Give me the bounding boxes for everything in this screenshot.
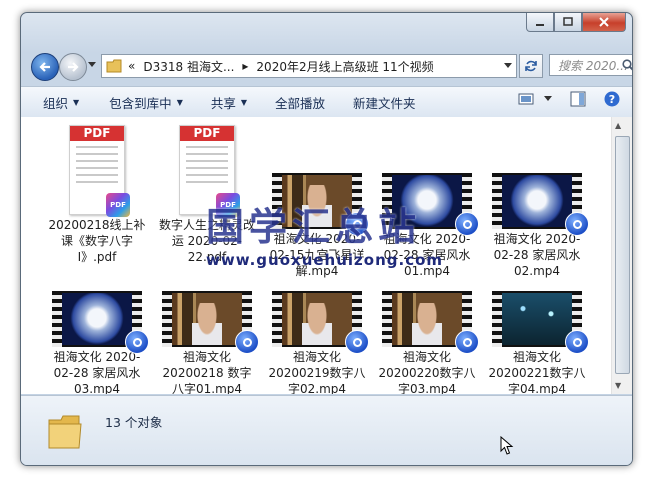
folder-icon xyxy=(106,59,122,73)
refresh-button[interactable] xyxy=(519,54,543,78)
media-player-icon xyxy=(455,330,479,354)
video-thumbnail xyxy=(272,173,369,236)
share-label: 共享 xyxy=(210,95,236,111)
media-player-icon xyxy=(125,330,149,354)
media-player-icon xyxy=(565,212,589,236)
file-item[interactable]: PDF PDF 20200218线上补课《数字八字I》.pdf xyxy=(47,125,147,265)
arrow-left-icon xyxy=(39,62,50,72)
close-button[interactable] xyxy=(582,13,626,32)
refresh-icon xyxy=(525,60,537,72)
play-all-button[interactable]: 全部播放 xyxy=(275,93,325,112)
address-chevron[interactable]: « xyxy=(128,59,135,73)
address-bar[interactable]: « D3318 祖海文... ▸ 2020年2月线上高级班 11个视频 xyxy=(101,54,517,78)
play-all-label: 全部播放 xyxy=(275,95,326,111)
minimize-icon xyxy=(536,24,544,26)
mouse-cursor-icon xyxy=(500,436,514,455)
folder-icon xyxy=(48,415,82,449)
back-button[interactable] xyxy=(31,53,59,81)
pdf-file-icon: PDF PDF xyxy=(69,125,130,217)
media-player-icon xyxy=(345,212,369,236)
video-thumbnail xyxy=(492,173,589,236)
recent-pages-dropdown[interactable] xyxy=(88,62,96,68)
media-player-icon xyxy=(565,330,589,354)
window-controls xyxy=(526,13,626,32)
file-name: 数字人生之精灵改运 2020-02-22.pdf xyxy=(158,218,255,264)
video-thumbnail xyxy=(382,291,479,354)
vertical-scrollbar[interactable]: ▲ ▼ xyxy=(611,117,632,394)
svg-text:?: ? xyxy=(609,93,615,106)
chevron-down-icon xyxy=(504,63,512,68)
help-icon[interactable]: ? xyxy=(604,91,620,107)
preview-pane-icon[interactable] xyxy=(570,91,586,107)
command-toolbar: 组织 ▼ 包含到库中 ▼ 共享 ▼ 全部播放 新建文件夹 ? xyxy=(21,86,632,118)
minimize-button[interactable] xyxy=(526,13,554,32)
address-segment-current[interactable]: 2020年2月线上高级班 11个视频 xyxy=(256,58,433,75)
file-name: 祖海文化 2020-02-15九宫飞星详解.mp4 xyxy=(269,232,365,278)
video-thumbnail xyxy=(52,291,149,354)
pdf-app-badge-icon: PDF xyxy=(106,193,130,217)
toolbar-right: ? xyxy=(518,91,620,107)
object-count: 13 个对象 xyxy=(105,415,163,430)
view-dropdown-icon[interactable] xyxy=(544,96,552,102)
scrollbar-thumb[interactable] xyxy=(615,136,630,374)
file-name: 祖海文化 2020-02-28 家居风水01.mp4 xyxy=(383,232,471,278)
video-thumbnail xyxy=(492,291,589,354)
file-item[interactable]: 祖海文化 2020-02-28 家居风水01.mp4 xyxy=(377,173,479,279)
share-menu[interactable]: 共享 ▼ xyxy=(211,93,247,112)
file-item[interactable]: 祖海文化 20200221数字八字04.mp4 xyxy=(487,291,589,394)
forward-button[interactable] xyxy=(59,53,87,81)
video-thumbnail xyxy=(162,291,259,354)
address-segment-parent[interactable]: D3318 祖海文... xyxy=(143,58,234,75)
file-item[interactable]: 祖海文化 20200220数字八字03.mp4 xyxy=(377,291,479,394)
breadcrumb-separator-icon[interactable]: ▸ xyxy=(242,59,248,73)
file-name: 祖海文化 2020-02-28 家居风水03.mp4 xyxy=(53,350,141,394)
organize-menu[interactable]: 组织 ▼ xyxy=(43,93,79,112)
navigation-bar: « D3318 祖海文... ▸ 2020年2月线上高级班 11个视频 搜索 2… xyxy=(29,52,632,82)
file-item[interactable]: 祖海文化 20200219数字八字02.mp4 xyxy=(267,291,369,394)
file-item[interactable]: 祖海文化 2020-02-15九宫飞星详解.mp4 xyxy=(267,173,369,279)
pdf-label: PDF xyxy=(70,126,124,141)
search-input[interactable]: 搜索 2020... xyxy=(549,54,632,76)
maximize-button[interactable] xyxy=(554,13,582,32)
file-item[interactable]: 祖海文化 2020-02-28 家居风水02.mp4 xyxy=(487,173,589,279)
file-item[interactable]: 祖海文化 20200218 数字八字01.mp4 xyxy=(157,291,259,394)
new-folder-label: 新建文件夹 xyxy=(353,95,416,111)
file-name: 祖海文化 20200220数字八字03.mp4 xyxy=(378,350,476,394)
organize-label: 组织 xyxy=(43,95,69,111)
search-placeholder: 搜索 2020... xyxy=(558,58,628,73)
arrow-right-icon xyxy=(68,62,79,72)
chevron-down-icon: ▼ xyxy=(176,97,183,107)
file-list[interactable]: PDF PDF 20200218线上补课《数字八字I》.pdf PDF PDF … xyxy=(21,117,612,394)
scroll-down-icon[interactable]: ▼ xyxy=(615,381,621,390)
media-player-icon xyxy=(345,330,369,354)
new-folder-button[interactable]: 新建文件夹 xyxy=(353,93,416,112)
file-item[interactable]: PDF PDF 数字人生之精灵改运 2020-02-22.pdf xyxy=(157,125,257,265)
file-name: 20200218线上补课《数字八字I》.pdf xyxy=(48,218,146,264)
file-name: 祖海文化 20200219数字八字02.mp4 xyxy=(268,350,366,394)
file-name: 祖海文化 20200218 数字八字01.mp4 xyxy=(162,350,252,394)
include-in-library-label: 包含到库中 xyxy=(109,95,172,111)
media-player-icon xyxy=(235,330,259,354)
scroll-up-icon[interactable]: ▲ xyxy=(615,121,621,130)
include-in-library-menu[interactable]: 包含到库中 ▼ xyxy=(109,93,183,112)
pdf-app-badge-icon: PDF xyxy=(216,193,240,217)
chevron-down-icon: ▼ xyxy=(240,97,248,107)
pdf-label: PDF xyxy=(180,126,234,141)
file-name: 祖海文化 2020-02-28 家居风水02.mp4 xyxy=(493,232,581,278)
details-pane: 13 个对象 xyxy=(21,395,632,465)
maximize-icon xyxy=(563,17,573,26)
file-name: 祖海文化 20200221数字八字04.mp4 xyxy=(488,350,586,394)
address-dropdown-button[interactable] xyxy=(500,55,516,77)
search-icon xyxy=(622,59,632,71)
video-thumbnail xyxy=(382,173,479,236)
chevron-down-icon: ▼ xyxy=(73,97,80,107)
file-item[interactable]: 祖海文化 2020-02-28 家居风水03.mp4 xyxy=(47,291,149,394)
view-options-icon[interactable] xyxy=(518,92,534,106)
close-icon xyxy=(599,17,609,27)
pdf-file-icon: PDF PDF xyxy=(179,125,240,217)
explorer-window: « D3318 祖海文... ▸ 2020年2月线上高级班 11个视频 搜索 2… xyxy=(20,12,633,466)
media-player-icon xyxy=(455,212,479,236)
video-thumbnail xyxy=(272,291,369,354)
